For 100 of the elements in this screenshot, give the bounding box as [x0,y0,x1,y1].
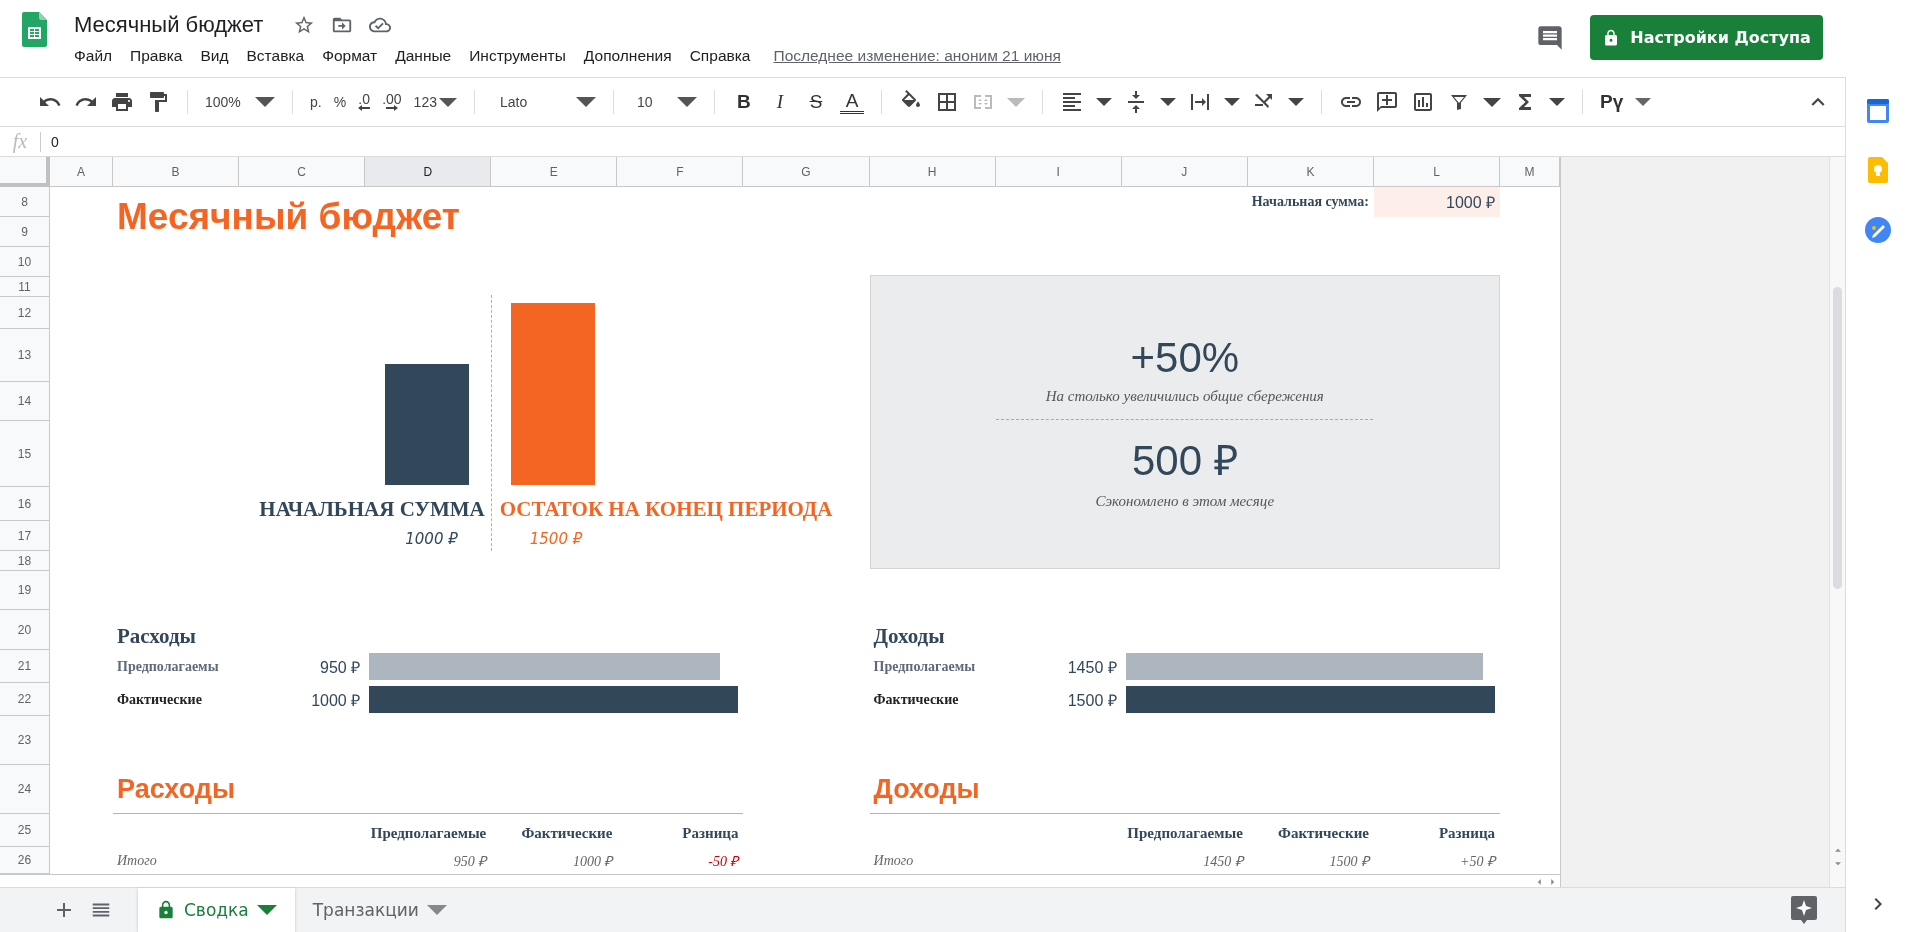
increase-decimals-button[interactable]: .00 [382,93,402,111]
caret-icon[interactable] [438,97,457,107]
table-cell-text: +50 ₽ [1459,853,1498,871]
scrollbar-thumb[interactable] [1833,287,1842,589]
sheet-tab[interactable]: Сводка [138,888,295,932]
savings-percent-caption: На столько увеличились общие сбережения [1045,388,1324,405]
row-header[interactable]: 18 [0,551,50,571]
row-header[interactable]: 12 [0,297,50,329]
table-cell-text: Итого [872,851,915,870]
star-icon[interactable] [293,14,316,36]
column-header[interactable]: A [50,157,113,187]
caret-icon[interactable] [1159,98,1176,106]
number-format-dropdown[interactable]: 123 [413,94,457,110]
meter-group-title: Расходы [116,622,197,650]
section-heading: Доходы [869,765,1501,814]
column-header[interactable]: L [1373,157,1501,187]
formula-input[interactable]: 0 [51,133,59,150]
caret-icon[interactable] [1635,98,1652,106]
print-icon[interactable] [110,90,134,114]
caret-icon[interactable] [1482,97,1501,107]
share-button[interactable]: Настройки Доступа [1590,15,1823,60]
menu-item[interactable]: Инструменты [460,47,575,65]
comment-icon[interactable] [1536,23,1564,52]
column-header[interactable]: J [1121,157,1248,187]
column-header[interactable]: K [1247,157,1374,187]
table-cell-text: 1450 ₽ [1202,853,1246,871]
summary-value: 1500 ₽ [529,530,583,548]
row-header[interactable]: 11 [0,277,50,297]
column-header[interactable]: H [869,157,996,187]
add-comment-icon[interactable] [1374,90,1399,114]
savings-percent: +50% [1130,334,1240,382]
font-size-dropdown[interactable]: 10 [630,94,697,110]
caret-icon[interactable] [256,905,277,915]
caret-icon[interactable] [1223,98,1240,106]
arrow-right-icon [385,105,398,111]
tasks-icon[interactable] [1865,217,1891,243]
column-header[interactable]: M [1500,157,1561,187]
input-tools-button[interactable]: Рү [1599,91,1624,113]
currency-format-button[interactable]: р. [310,94,322,110]
meter-value: 1000 ₽ [310,690,362,711]
row-header[interactable]: 25 [0,814,50,847]
bold-button[interactable]: B [731,91,756,113]
caret-icon[interactable] [676,97,697,107]
caret-icon[interactable] [1548,98,1565,106]
italic-button[interactable]: I [767,91,792,113]
font-dropdown[interactable]: Lato [491,94,596,110]
column-header[interactable]: C [239,157,366,187]
meter-label: Фактические [872,690,960,709]
text-color-button[interactable]: A [839,90,864,114]
percent-format-button[interactable]: % [333,94,347,110]
menu-item[interactable]: Данные [386,47,461,65]
column-header[interactable]: E [491,157,618,187]
decrease-decimals-button[interactable]: .0 [358,93,371,111]
zoom-dropdown[interactable]: 100% [205,94,275,110]
row-header[interactable]: 26 [0,847,50,874]
menu-item[interactable]: Файл [74,47,122,65]
row-header[interactable]: 14 [0,382,50,421]
row-header[interactable]: 16 [0,487,50,521]
row-header[interactable]: 19 [0,571,50,610]
row-header[interactable]: 20 [0,610,50,650]
row-header[interactable]: 8 [0,187,50,217]
sheet-tab[interactable]: Транзакции [294,888,465,932]
table-header: Фактические [520,824,614,843]
calendar-icon[interactable] [1867,99,1889,123]
menu-item[interactable]: Дополнения [574,47,681,65]
caret-icon [1006,97,1025,107]
column-header[interactable]: I [995,157,1122,187]
starting-balance-value: 1000 ₽ [1373,187,1501,217]
row-header[interactable]: 23 [0,716,50,765]
row-header[interactable]: 17 [0,521,50,551]
column-header[interactable]: G [743,157,870,187]
document-title[interactable]: Месячный бюджет [74,12,264,38]
meter-label: Предполагаемы [116,657,220,676]
row-header[interactable]: 22 [0,683,50,716]
column-header[interactable]: F [617,157,744,187]
caret-icon[interactable] [1095,98,1112,106]
row-header[interactable]: 15 [0,421,50,487]
column-header[interactable]: B [113,157,240,187]
column-header[interactable]: D [365,157,492,187]
caret-icon[interactable] [1287,98,1304,106]
menu-item[interactable]: Справка [680,47,760,65]
caret-icon[interactable] [575,97,596,107]
row-header[interactable]: 10 [0,247,50,277]
spreadsheet-logo[interactable] [22,12,47,47]
row-header[interactable]: 21 [0,650,50,683]
explore-icon[interactable] [1791,896,1817,924]
row-header[interactable]: 9 [0,217,50,247]
menu-item[interactable]: Формат [313,47,387,65]
menu-item[interactable]: Вставка [237,47,314,65]
row-header[interactable]: 24 [0,765,50,814]
last-edit-link[interactable]: Последнее изменение: аноним 21 июня [773,47,1061,65]
caret-icon[interactable] [255,97,275,107]
strikethrough-button[interactable]: S [803,91,828,113]
meter-label: Предполагаемы [872,657,977,676]
row-header[interactable]: 13 [0,329,50,382]
menu-item[interactable]: Правка [121,47,192,65]
table-header: Разница [1437,824,1497,843]
menu-item[interactable]: Вид [191,47,238,65]
table-cell-text: Итого [116,851,158,870]
table-header: Фактические [1277,824,1370,843]
